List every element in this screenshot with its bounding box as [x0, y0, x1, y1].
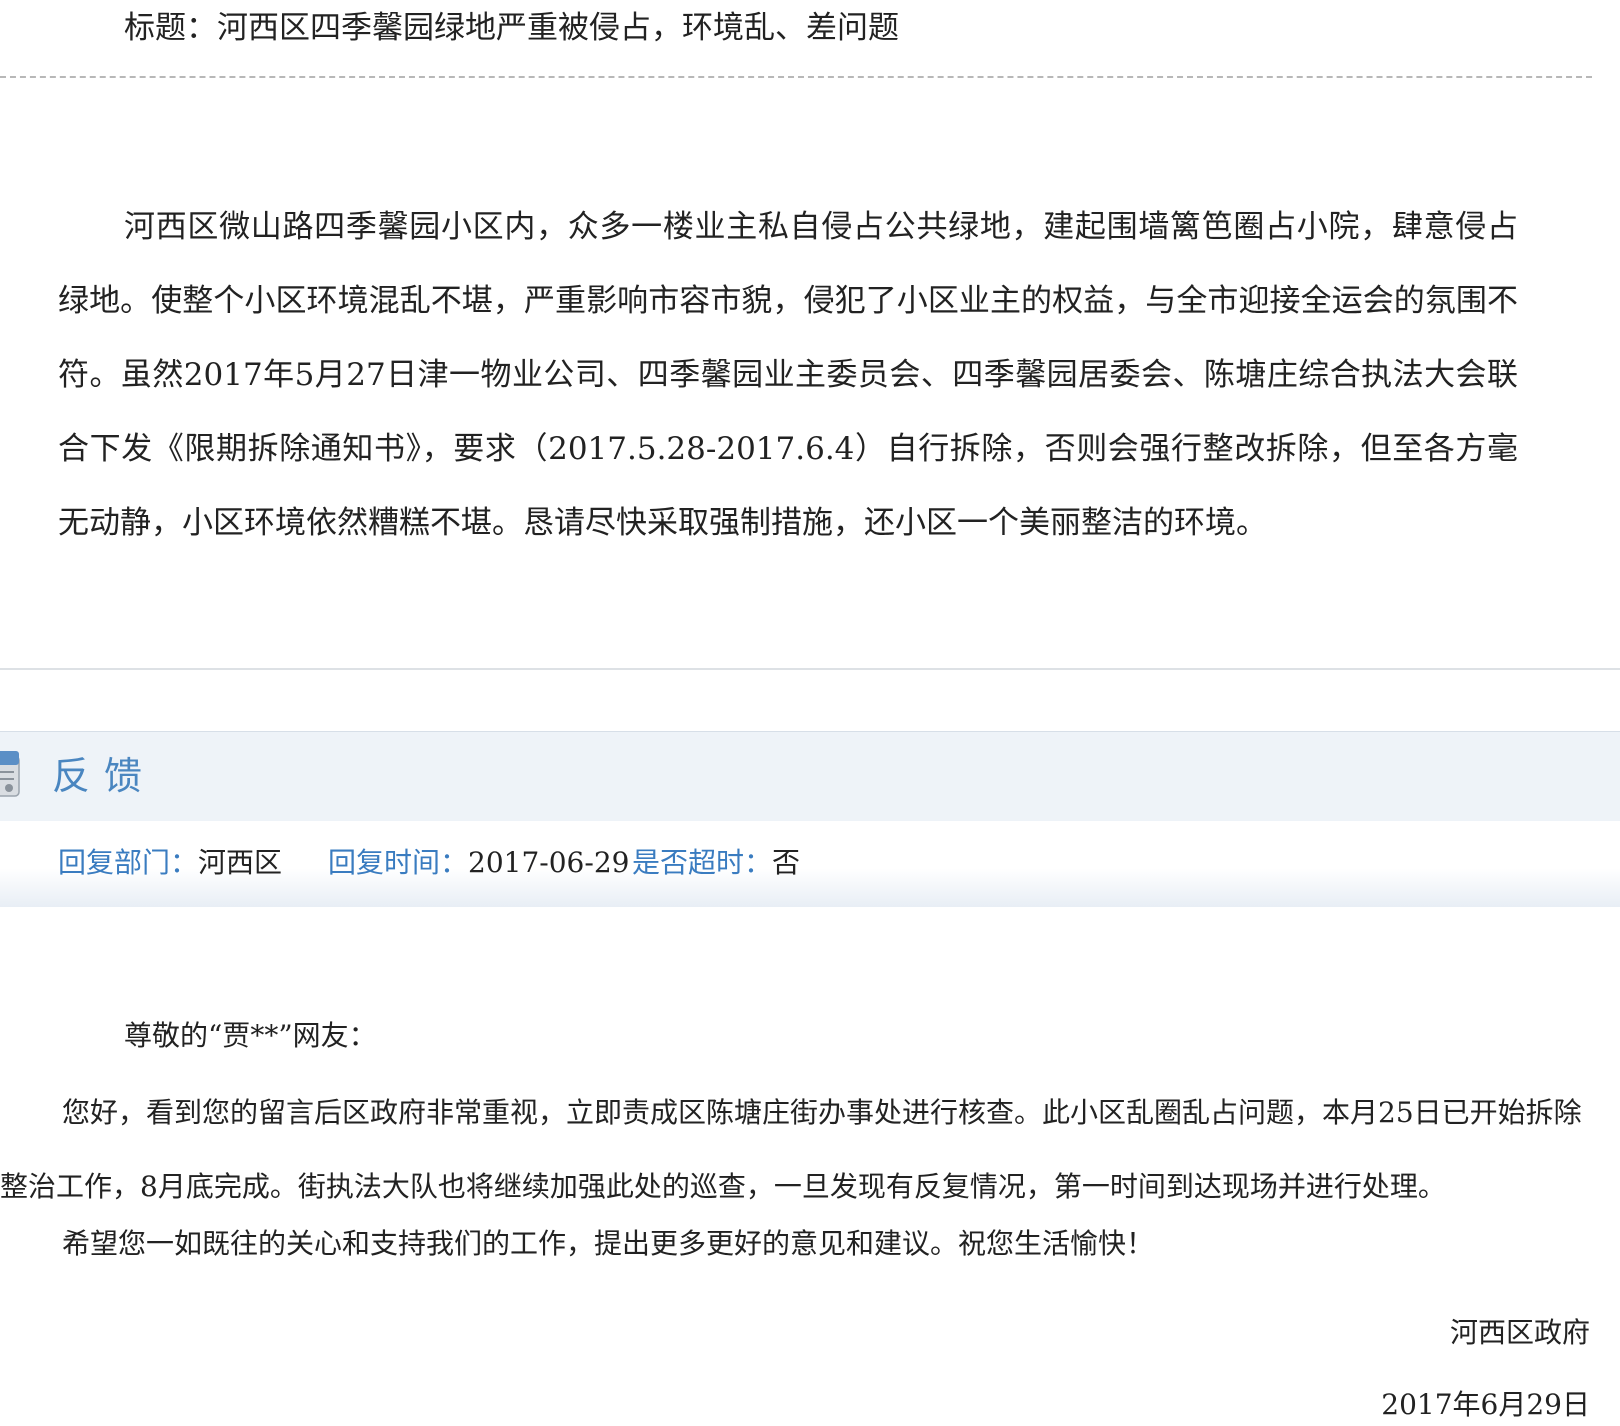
reply-department-value: 河西区 [198, 846, 283, 879]
reply-overdue: 是否超时：否 [632, 843, 800, 883]
reply-time-label: 回复时间： [328, 846, 469, 879]
reply-date: 2017年6月29日 [1381, 1388, 1590, 1421]
reply-overdue-value: 否 [772, 846, 801, 879]
reply-meta-bar: 回复部门：河西区 回复时间：2017-06-29 是否超时：否 [0, 821, 1620, 907]
reply-closing: 希望您一如既往的关心和支持我们的工作，提出更多更好的意见和建议。祝您生活愉快！ [62, 1227, 1155, 1260]
reply-body: 您好，看到您的留言后区政府非常重视，立即责成区陈塘庄街办事处进行核查。此小区乱圈… [0, 1096, 1582, 1203]
document-icon [0, 750, 22, 800]
reply-signature: 河西区政府 [1449, 1316, 1590, 1349]
title-divider [0, 76, 1592, 78]
reply-time-value: 2017-06-29 [468, 846, 630, 879]
question-body: 河西区微山路四季馨园小区内，众多一楼业主私自侵占公共绿地，建起围墙篱笆圈占小院，… [58, 209, 1518, 541]
feedback-heading: 反馈 [52, 754, 157, 798]
feedback-header: 反馈 [0, 731, 1620, 822]
reply-overdue-label: 是否超时： [632, 846, 773, 879]
reply-department-label: 回复部门： [58, 846, 199, 879]
reply-greeting: 尊敬的“贾**”网友： [124, 1019, 377, 1052]
reply-time: 回复时间：2017-06-29 [328, 843, 629, 883]
reply-department: 回复部门：河西区 [58, 843, 282, 883]
section-divider [0, 668, 1620, 670]
question-title: 标题：河西区四季馨园绿地严重被侵占，环境乱、差问题 [124, 10, 899, 46]
